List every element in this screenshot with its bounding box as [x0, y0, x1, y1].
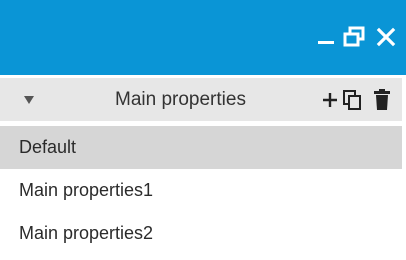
property-list: Default Main properties1 Main properties…	[0, 126, 402, 255]
list-item-label: Main properties1	[19, 180, 154, 200]
list-item-label: Main properties2	[19, 223, 154, 243]
close-button[interactable]	[372, 22, 400, 52]
trash-icon	[374, 89, 390, 110]
triangle-down-icon	[24, 96, 34, 104]
section-title: Main properties	[115, 89, 246, 110]
collapse-toggle[interactable]	[21, 92, 37, 108]
minimize-icon	[318, 41, 334, 44]
section-header: Main properties	[0, 78, 402, 121]
scroll-gutter	[402, 75, 406, 260]
copy-button[interactable]	[340, 88, 364, 112]
list-item[interactable]: Default	[0, 126, 402, 169]
minimize-button[interactable]	[312, 22, 340, 52]
plus-icon	[323, 93, 337, 107]
properties-panel: Main properties Default Main properties1	[0, 0, 406, 260]
restore-icon	[343, 26, 365, 47]
delete-button[interactable]	[370, 88, 394, 112]
list-item[interactable]: Main properties1	[0, 169, 402, 212]
list-item[interactable]: Main properties2	[0, 212, 402, 255]
add-button[interactable]	[318, 88, 342, 112]
title-bar	[0, 0, 406, 75]
restore-button[interactable]	[340, 22, 368, 52]
copy-icon	[343, 90, 361, 110]
list-item-label: Default	[19, 137, 77, 157]
close-icon	[376, 27, 396, 47]
